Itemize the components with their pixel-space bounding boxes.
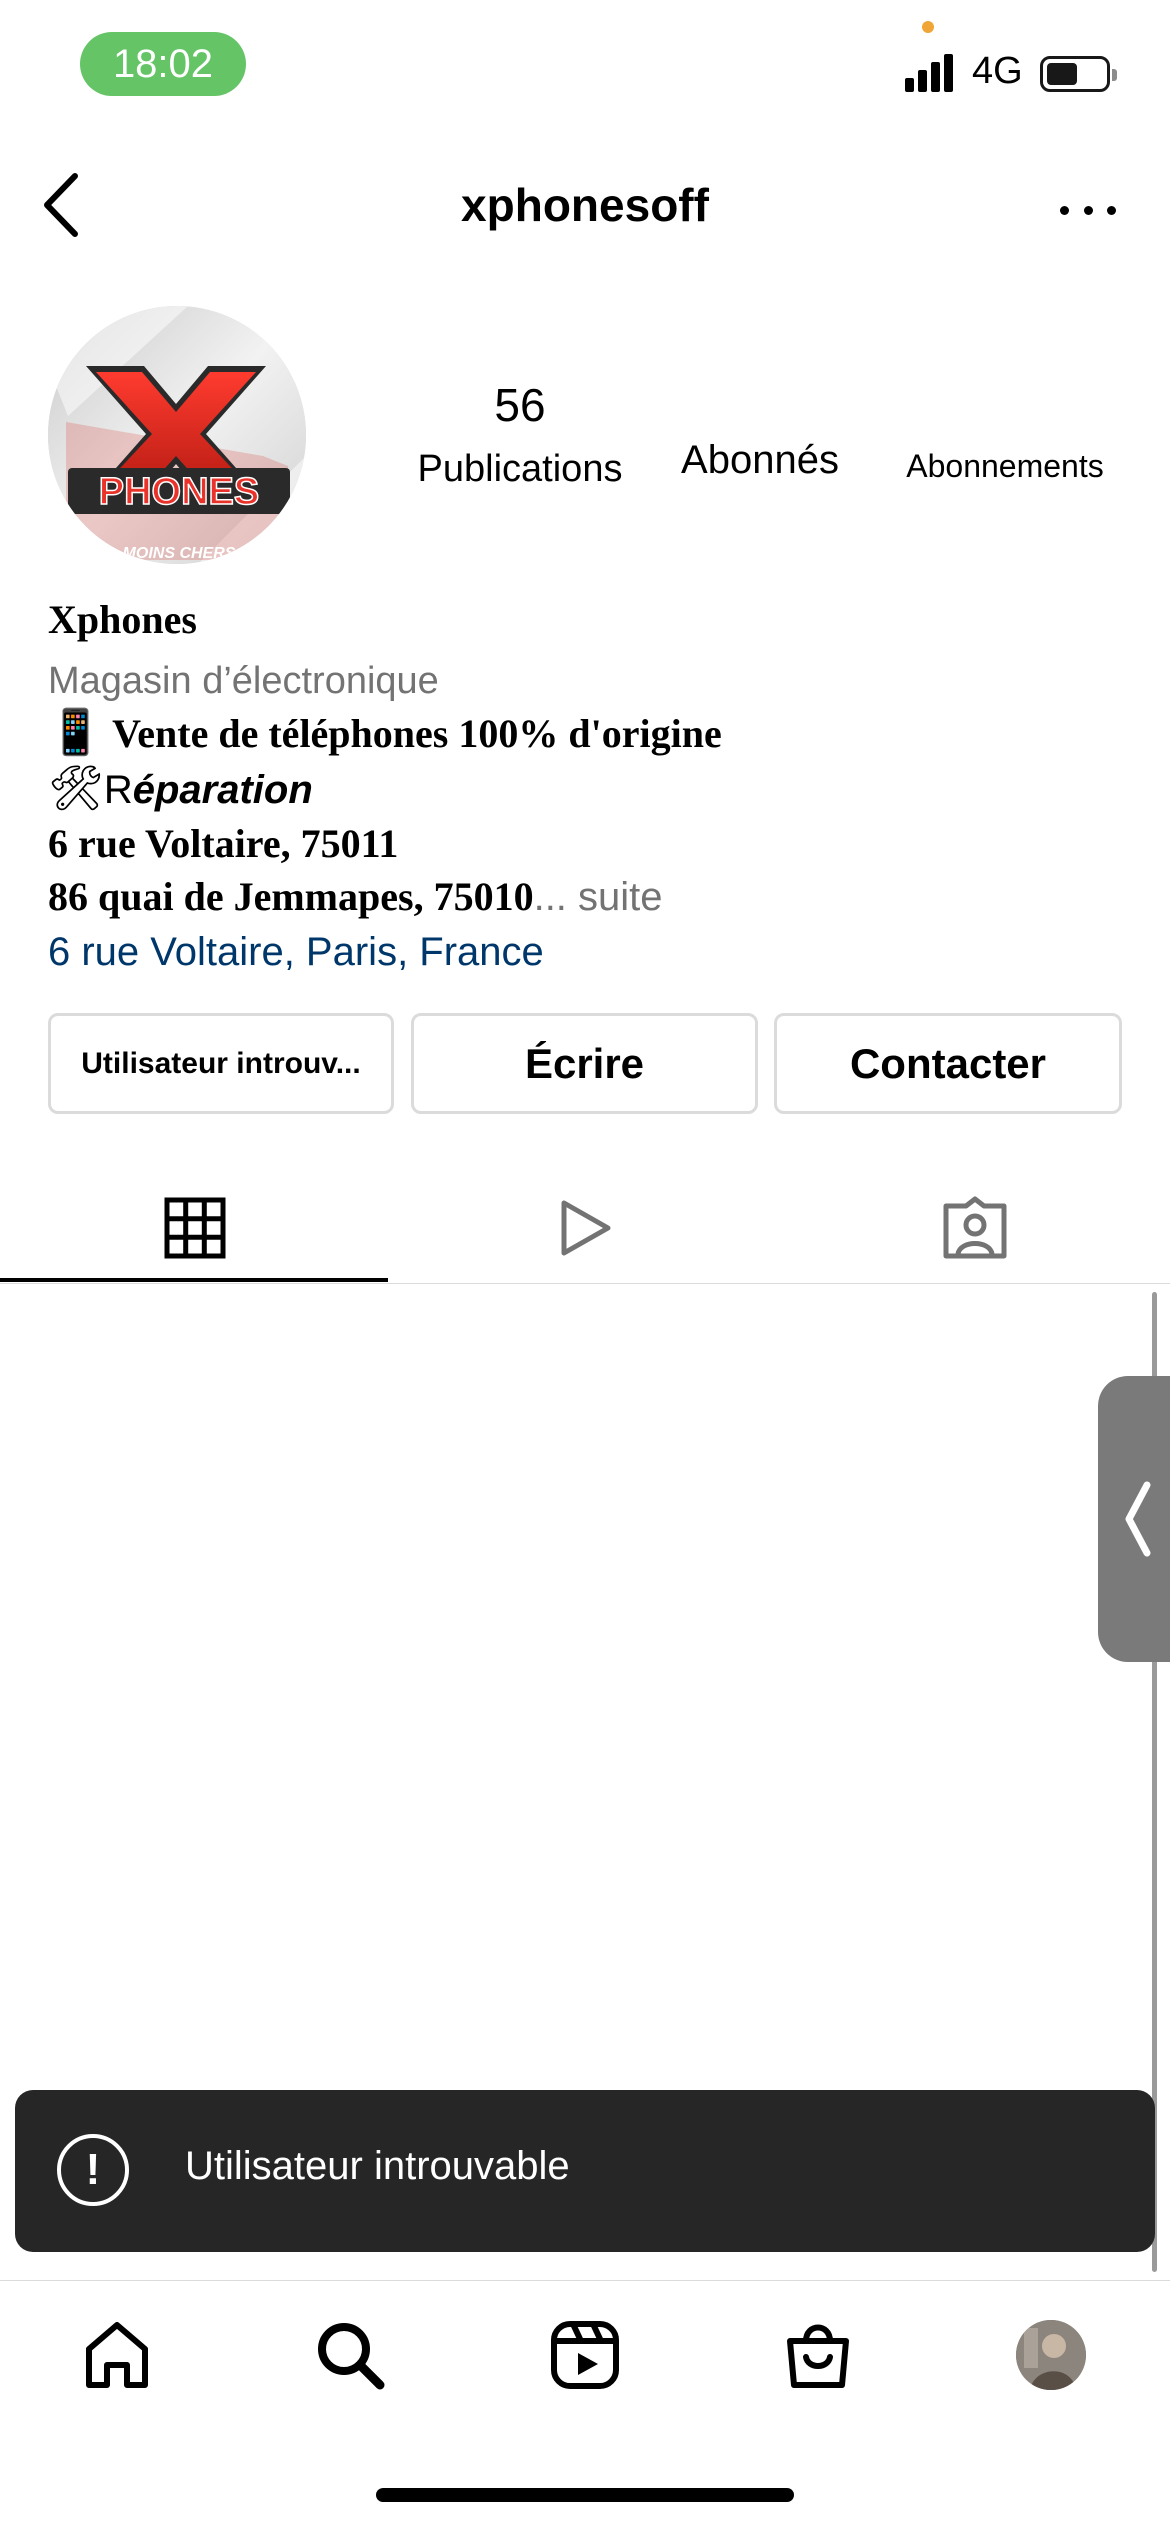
stat-publications[interactable]: 56 Publications xyxy=(410,382,630,488)
contact-button[interactable]: Contacter xyxy=(774,1013,1122,1114)
publications-count: 56 xyxy=(494,379,546,431)
follow-status-button[interactable]: Utilisateur introuv... xyxy=(48,1013,394,1114)
bio-line-repair: 🛠Réparation xyxy=(48,762,313,814)
tab-posts-grid[interactable] xyxy=(0,1172,390,1284)
bio-line-sales: 📱 Vente de téléphones 100% d'origine xyxy=(48,706,722,758)
grid-icon xyxy=(164,1197,226,1259)
nav-home[interactable] xyxy=(72,2315,162,2395)
error-toast: ! Utilisateur introuvable xyxy=(15,2090,1155,2252)
tab-divider xyxy=(0,1283,1170,1284)
profile-category: Magasin d’électronique xyxy=(48,660,439,702)
battery-icon xyxy=(1040,56,1117,92)
nav-profile-avatar[interactable] xyxy=(1016,2320,1086,2390)
profile-username: xphonesoff xyxy=(461,179,709,231)
nav-search[interactable] xyxy=(305,2315,395,2395)
reels-icon xyxy=(551,2321,619,2389)
tagged-person-icon xyxy=(943,1196,1007,1259)
active-tab-indicator xyxy=(0,1278,388,1282)
more-options-button[interactable] xyxy=(1060,200,1116,220)
profile-avatar[interactable]: PHONES MOINS CHERS xyxy=(48,306,306,564)
bottom-nav-divider xyxy=(0,2280,1170,2281)
bio-address-1: 6 rue Voltaire, 75011 xyxy=(48,821,399,866)
tab-reels[interactable] xyxy=(390,1172,780,1284)
logo-word: PHONES xyxy=(99,471,259,513)
publications-label: Publications xyxy=(417,448,623,490)
toast-message: Utilisateur introuvable xyxy=(185,2144,570,2188)
profile-avatar-icon xyxy=(1016,2320,1086,2390)
chevron-left-icon xyxy=(1125,1481,1151,1557)
message-button[interactable]: Écrire xyxy=(411,1013,758,1114)
network-type: 4G xyxy=(972,50,1023,92)
location-link[interactable]: 6 rue Voltaire, Paris, France xyxy=(48,930,544,975)
bio-address-2: 86 quai de Jemmapes, 75010 xyxy=(48,874,534,919)
bio-sales-text: Vente de téléphones 100% d'origine xyxy=(102,711,722,756)
more-horizontal-icon xyxy=(1060,205,1069,215)
xphones-logo: PHONES MOINS CHERS xyxy=(48,306,306,564)
nav-shop[interactable] xyxy=(773,2315,863,2395)
side-panel-handle[interactable] xyxy=(1098,1376,1170,1662)
tab-tagged[interactable] xyxy=(780,1172,1170,1284)
home-indicator[interactable] xyxy=(376,2488,794,2502)
bio-line-address-2: 86 quai de Jemmapes, 75010... suite xyxy=(48,873,663,920)
shop-bag-icon xyxy=(787,2324,849,2388)
cellular-signal-icon xyxy=(905,52,957,92)
followers-label: Abonnés xyxy=(681,438,839,482)
nav-reels[interactable] xyxy=(540,2315,630,2395)
phone-emoji-icon: 📱 xyxy=(48,707,103,758)
stat-followers[interactable]: Abonnés xyxy=(660,440,860,480)
search-icon xyxy=(318,2323,385,2390)
bio-repair-initial: R xyxy=(103,768,133,812)
bio-more-link[interactable]: ... suite xyxy=(534,875,663,919)
bio-repair-rest: éparation xyxy=(132,768,313,812)
alert-icon: ! xyxy=(57,2134,129,2206)
following-label: Abonnements xyxy=(906,448,1104,484)
tools-emoji-icon: 🛠 xyxy=(48,763,104,814)
privacy-indicator-dot xyxy=(922,21,934,33)
status-time: 18:02 xyxy=(80,32,246,96)
reels-play-icon xyxy=(561,1200,611,1256)
stat-following[interactable]: Abonnements xyxy=(885,450,1125,482)
home-icon xyxy=(86,2322,148,2388)
logo-tagline: MOINS CHERS xyxy=(123,545,236,562)
profile-display-name: Xphones xyxy=(48,597,197,642)
